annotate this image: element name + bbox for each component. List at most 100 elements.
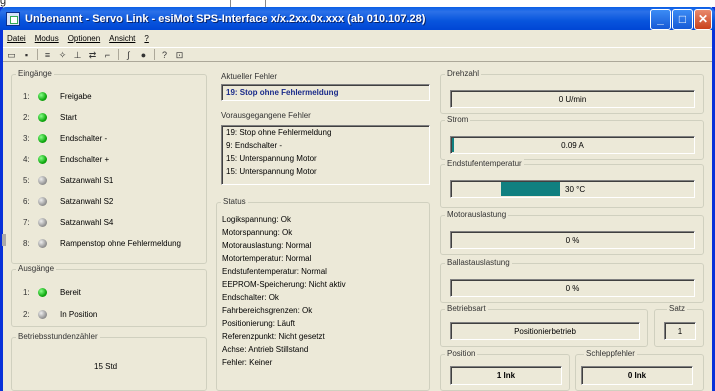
input-row: 7: Satzanwahl S4: [23, 217, 114, 227]
toolbar-separator: [37, 49, 38, 60]
status-line: Referenzpunkt: Nicht gesetzt: [222, 332, 325, 341]
menu-bar: Datei Modus Optionen Ansicht ?: [3, 30, 712, 46]
globe-icon[interactable]: ●: [138, 50, 149, 60]
input-label: Satzanwahl S4: [60, 217, 114, 227]
current-field: 0.09 A: [450, 136, 695, 154]
record-group: Satz 1: [654, 304, 704, 347]
previous-error-item: 19: Stop ohne Fehlermeldung: [226, 128, 332, 137]
input-label: Endschalter +: [60, 154, 110, 164]
position-value: 1 Ink: [496, 371, 516, 380]
maximize-button[interactable]: □: [672, 9, 693, 30]
record-field: 1: [664, 322, 696, 340]
input-label: Endschalter -: [60, 133, 108, 143]
current-error-field: 19: Stop ohne Fehlermeldung: [221, 84, 430, 101]
current-error-value: 19: Stop ohne Fehlermeldung: [226, 88, 339, 97]
led-indicator: [38, 154, 47, 164]
operating-hours-group: Betriebsstundenzähler 15 Std: [11, 332, 207, 391]
position-group: Position 1 Ink: [440, 349, 570, 391]
tools-icon[interactable]: ✧: [57, 50, 68, 60]
previous-errors-list[interactable]: 19: Stop ohne Fehlermeldung 9: Endschalt…: [221, 125, 430, 185]
fragment-text: g: [0, 0, 7, 7]
following-error-title: Schleppfehler: [584, 349, 637, 358]
motor-load-title: Motorauslastung: [445, 210, 509, 219]
current-error-title: Aktueller Fehler: [221, 72, 278, 81]
output-label: Bereit: [60, 287, 81, 297]
record-value: 1: [677, 327, 683, 336]
output-label: In Position: [60, 309, 98, 319]
menu-optionen[interactable]: Optionen: [68, 34, 100, 43]
toolbar: ▭ ▪ ≡ ✧ ⊥ ⇄ ⌐ ∫ ● ? ⊡: [3, 47, 712, 62]
power-stage-temp-group: Endstufentemperatur 30 °C: [440, 159, 704, 208]
app-icon[interactable]: [6, 11, 20, 26]
position-field: 1 Ink: [450, 366, 562, 385]
ballast-load-value: 0 %: [565, 284, 580, 293]
open-icon[interactable]: ▭: [6, 50, 17, 60]
status-line: Fehler: Keiner: [222, 358, 273, 367]
input-row: 6: Satzanwahl S2: [23, 196, 114, 206]
close-button[interactable]: ✕: [694, 9, 712, 30]
status-line: Positionierung: Läuft: [222, 319, 295, 328]
previous-errors-group: Vorausgegangene Fehler 19: Stop ohne Feh…: [216, 111, 430, 192]
led-indicator: [38, 238, 47, 248]
menu-help[interactable]: ?: [144, 34, 148, 43]
pin-icon[interactable]: ⊥: [72, 50, 83, 60]
inputs-title: Eingänge: [16, 69, 54, 78]
previous-error-item: 9: Endschalter -: [226, 141, 283, 150]
toolbar-separator: [118, 49, 119, 60]
operating-hours-value: 15 Std: [94, 362, 118, 371]
save-icon[interactable]: ▪: [21, 50, 32, 60]
operating-mode-title: Betriebsart: [445, 304, 488, 313]
operating-mode-group: Betriebsart Positionierbetrieb: [440, 304, 648, 347]
status-line: Endschalter: Ok: [222, 293, 279, 302]
current-group: Strom 0.09 A: [440, 115, 704, 160]
operating-mode-field: Positionierbetrieb: [450, 322, 640, 340]
power-stage-temp-title: Endstufentemperatur: [445, 159, 524, 168]
status-line: Endstufentemperatur: Normal: [222, 267, 327, 276]
led-indicator: [38, 309, 47, 319]
speed-title: Drehzahl: [445, 69, 482, 78]
curve-icon[interactable]: ∫: [123, 50, 134, 60]
input-label: Satzanwahl S2: [60, 196, 114, 206]
following-error-value: 0 Ink: [627, 371, 647, 380]
minimize-button[interactable]: _: [650, 9, 671, 30]
motor-load-value: 0 %: [565, 236, 580, 245]
power-stage-temp-field: 30 °C: [450, 180, 695, 198]
menu-modus[interactable]: Modus: [35, 34, 59, 43]
motor-load-field: 0 %: [450, 231, 695, 249]
menu-datei[interactable]: Datei: [7, 34, 26, 43]
following-error-field: 0 Ink: [581, 366, 693, 385]
status-line: Fahrbereichsgrenzen: Ok: [222, 306, 313, 315]
title-bar[interactable]: Unbenannt - Servo Link - esiMot SPS-Inte…: [0, 7, 715, 30]
speed-value: 0 U/min: [558, 95, 587, 104]
main-window: Unbenannt - Servo Link - esiMot SPS-Inte…: [0, 7, 715, 391]
led-indicator: [38, 196, 47, 206]
motor-load-group: Motorauslastung 0 %: [440, 210, 704, 255]
help-icon[interactable]: ?: [159, 50, 170, 60]
led-indicator: [38, 287, 47, 297]
current-error-group: Aktueller Fehler 19: Stop ohne Fehlermel…: [216, 72, 430, 110]
scope-icon[interactable]: ⌐: [102, 50, 113, 60]
inputs-group: Eingänge 1: Freigabe 2: Start 3: Endschalte…: [11, 69, 207, 264]
record-title: Satz: [667, 304, 688, 313]
input-row: 4: Endschalter +: [23, 154, 110, 164]
status-line: Motorspannung: Ok: [222, 228, 293, 237]
ballast-load-group: Ballastauslastung 0 %: [440, 258, 704, 303]
power-stage-temp-value: 30 °C: [565, 185, 586, 194]
exit-icon[interactable]: ⊡: [174, 50, 185, 60]
transfer-icon[interactable]: ⇄: [87, 50, 98, 60]
status-line: Logikspannung: Ok: [222, 215, 291, 224]
led-indicator: [38, 112, 47, 122]
speed-field: 0 U/min: [450, 90, 695, 108]
operating-hours-title: Betriebsstundenzähler: [16, 332, 100, 341]
config-icon[interactable]: ≡: [42, 50, 53, 60]
input-row: 1: Freigabe: [23, 91, 92, 101]
input-row: 3: Endschalter -: [23, 133, 108, 143]
operating-mode-value: Positionierbetrieb: [514, 327, 576, 336]
current-value: 0.09 A: [561, 141, 584, 150]
menu-ansicht[interactable]: Ansicht: [109, 34, 135, 43]
input-label: Freigabe: [60, 91, 92, 101]
ballast-load-title: Ballastauslastung: [445, 258, 512, 267]
status-line: EEPROM-Speicherung: Nicht aktiv: [222, 280, 346, 289]
input-label: Satzanwahl S1: [60, 175, 114, 185]
input-row: 8: Rampenstop ohne Fehlermeldung: [23, 238, 181, 248]
